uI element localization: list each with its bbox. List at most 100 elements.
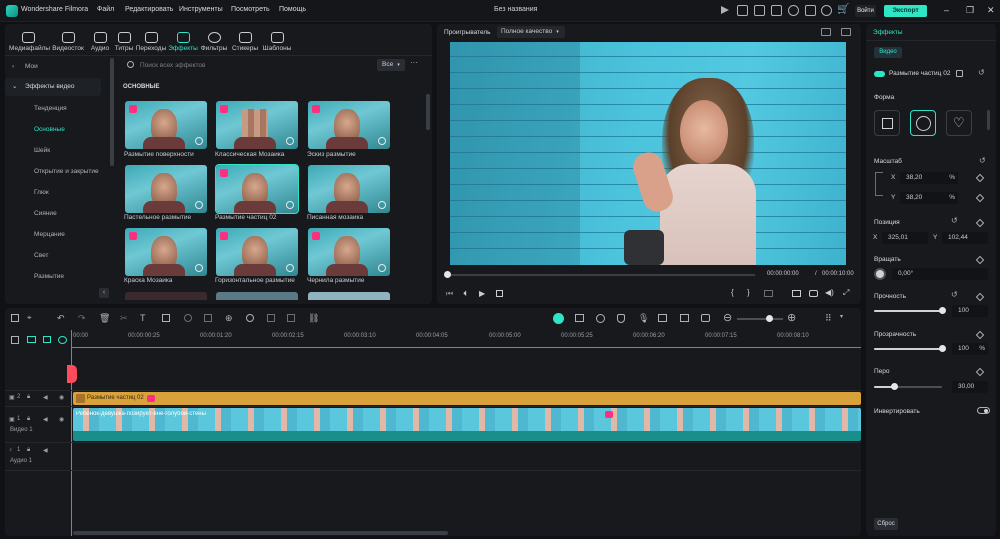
effect-card-classic-mosaic[interactable]	[216, 101, 298, 149]
video-preview[interactable]	[450, 42, 846, 265]
effect-card-written-mosaic[interactable]	[308, 165, 390, 213]
speaker-icon[interactable]: ◀	[43, 416, 48, 423]
scrubber-knob[interactable]	[444, 271, 451, 278]
effects-filter-select[interactable]: Все ▾	[377, 59, 405, 71]
zoom-slider[interactable]	[737, 318, 783, 320]
effect-card-partial[interactable]	[308, 292, 390, 300]
keyframe-icon[interactable]	[975, 173, 985, 183]
opacity-slider[interactable]	[874, 348, 942, 350]
zoom-in-icon[interactable]: ⊕	[787, 311, 796, 324]
scale-link-icon[interactable]	[875, 172, 883, 196]
keyframe-icon[interactable]	[975, 330, 985, 340]
speed-icon[interactable]	[184, 314, 192, 322]
feather-slider-knob[interactable]	[891, 383, 899, 390]
effect-card-horizontal-blur[interactable]	[216, 228, 298, 276]
reset-strength-icon[interactable]: ↺	[951, 290, 958, 299]
shape-circle-button[interactable]	[910, 110, 936, 136]
stabilize-icon[interactable]	[267, 314, 275, 322]
add-track-icon[interactable]	[11, 336, 19, 344]
shield-icon[interactable]	[617, 314, 625, 323]
keyframe-icon[interactable]	[975, 292, 985, 302]
quality-select[interactable]: Полное качество ▾	[497, 26, 565, 38]
collapse-sidebar-icon[interactable]: ‹	[99, 288, 109, 298]
text-tool-icon[interactable]: T	[140, 313, 146, 323]
shape-heart-button[interactable]: ♡	[946, 110, 972, 136]
keyframe-icon[interactable]	[975, 367, 985, 377]
download-icon[interactable]	[378, 264, 386, 272]
effect-card-surface-blur[interactable]	[125, 101, 207, 149]
split-view-icon[interactable]	[821, 28, 831, 36]
zoom-knob[interactable]	[766, 315, 773, 322]
download-icon[interactable]	[195, 201, 203, 209]
reset-position-icon[interactable]: ↺	[951, 216, 958, 225]
tab-effects-properties[interactable]: Эффекты	[873, 29, 903, 36]
camera-icon[interactable]	[809, 290, 818, 297]
effect-card-ink-blur[interactable]	[308, 228, 390, 276]
sidebar-item-glow[interactable]: Сияние	[5, 205, 110, 223]
position-y-field[interactable]: 102,44	[942, 232, 988, 244]
scale-y-field[interactable]: 38,20%	[900, 192, 958, 204]
crop-icon[interactable]	[162, 314, 170, 322]
sidebar-item-light[interactable]: Свет	[5, 247, 110, 265]
lock-icon[interactable]: 🔒︎	[27, 447, 30, 454]
rotate-field[interactable]: 0,00°	[892, 268, 988, 280]
scale-x-field[interactable]: 38,20%	[900, 172, 958, 184]
link-icon[interactable]: ⛓	[308, 313, 319, 324]
strength-slider-knob[interactable]	[939, 307, 946, 314]
shape-square-button[interactable]	[874, 110, 900, 136]
sidebar-scrollbar[interactable]	[110, 58, 114, 166]
ai-icon[interactable]: ⊕	[225, 313, 233, 324]
cart-icon[interactable]: 🛒	[837, 4, 849, 15]
eye-icon[interactable]: ◉	[59, 416, 64, 423]
download-icon[interactable]	[378, 201, 386, 209]
color-icon[interactable]	[204, 314, 212, 322]
effect-card-partial[interactable]	[216, 292, 298, 300]
zoom-out-icon[interactable]: ⊖	[723, 311, 732, 324]
lightbulb-icon[interactable]	[737, 5, 748, 16]
stop-icon[interactable]	[496, 290, 503, 297]
close-icon[interactable]: ✕	[987, 5, 995, 16]
reset-button[interactable]: Сброс	[874, 518, 898, 530]
sidebar-item-trending[interactable]: Тенденция	[5, 100, 110, 118]
download-icon[interactable]	[286, 201, 294, 209]
download-icon[interactable]	[286, 137, 294, 145]
prev-frame-icon[interactable]: ⏮	[446, 289, 453, 299]
copy-icon[interactable]	[956, 70, 963, 77]
headset-icon[interactable]	[821, 5, 832, 16]
playback-scrubber[interactable]	[447, 274, 755, 276]
step-back-icon[interactable]: ⏴	[463, 289, 467, 299]
sidebar-item-video-effects[interactable]: ⌄ Эффекты видео	[5, 78, 101, 96]
rotate-dial[interactable]	[874, 268, 886, 280]
timeline-scrollbar[interactable]	[73, 531, 448, 535]
reset-scale-icon[interactable]: ↺	[979, 156, 986, 165]
fullscreen-icon[interactable]: ⤢	[843, 288, 849, 298]
download-icon[interactable]	[195, 264, 203, 272]
export-frame-icon[interactable]	[764, 290, 773, 297]
tab-effects[interactable]: Эффекты	[167, 32, 199, 52]
monitor-icon[interactable]	[771, 5, 782, 16]
sidebar-item-shake[interactable]: Шейк	[5, 142, 110, 160]
chevron-down-icon[interactable]: ▾	[840, 313, 843, 320]
opacity-field[interactable]: 100%	[952, 343, 988, 355]
tab-audio[interactable]: Аудио	[87, 32, 113, 52]
volume-icon[interactable]: ◀)	[825, 288, 834, 297]
mark-out-icon[interactable]: }	[747, 288, 750, 297]
track-magnet-icon[interactable]	[43, 336, 51, 343]
effect-card-sketch-blur[interactable]	[308, 101, 390, 149]
sidebar-item-blur[interactable]: Размытие	[5, 268, 110, 280]
track-snap-icon[interactable]	[58, 336, 67, 344]
cloud-icon[interactable]	[788, 5, 799, 16]
mark-in-icon[interactable]: {	[731, 288, 734, 297]
menu-help[interactable]: Помощь	[279, 6, 306, 13]
sidebar-item-glitch[interactable]: Глюк	[5, 184, 110, 202]
properties-scrollbar[interactable]	[987, 110, 990, 130]
mask-icon[interactable]	[287, 314, 295, 322]
video-clip[interactable]: Ребенок-девушка-позирует-вне-голубой-сте…	[73, 408, 861, 441]
invert-toggle[interactable]	[977, 407, 990, 414]
menu-file[interactable]: Файл	[97, 6, 114, 13]
lock-icon[interactable]: 🔒︎	[27, 394, 30, 401]
sidebar-item-flicker[interactable]: Мерцание	[5, 226, 110, 244]
effect-clip[interactable]: Размытие частиц 02	[73, 392, 861, 405]
grid-icon[interactable]	[805, 5, 816, 16]
speaker-icon[interactable]: ◀	[43, 447, 48, 454]
